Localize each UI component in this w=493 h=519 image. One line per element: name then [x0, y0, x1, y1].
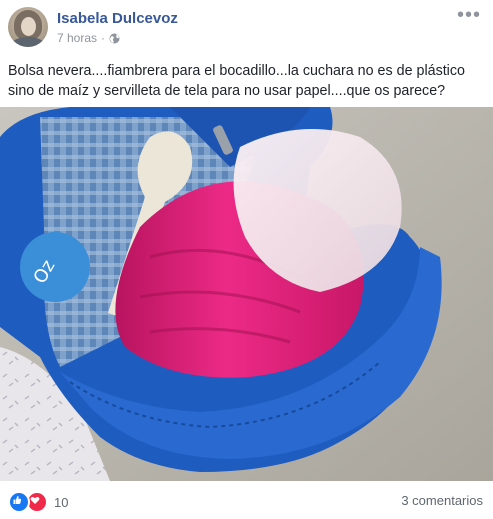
reactions-count[interactable]: 10 — [54, 495, 68, 510]
author-name[interactable]: Isabela Dulcevoz — [57, 10, 178, 27]
post-photo[interactable]: Oz — [0, 107, 493, 481]
more-options-icon[interactable]: ••• — [457, 5, 481, 25]
globe-icon[interactable] — [109, 33, 120, 44]
avatar[interactable] — [8, 7, 48, 47]
post-text: Bolsa nevera....fiambrera para el bocadi… — [8, 63, 465, 99]
post-time[interactable]: 7 horas — [57, 31, 97, 45]
post-header: Isabela Dulcevoz 7 horas · ••• — [0, 0, 493, 58]
reactions-summary[interactable]: 10 — [8, 491, 68, 513]
comments-link[interactable]: 3 comentarios — [401, 493, 483, 508]
post-meta: 7 horas · — [57, 31, 120, 45]
meta-separator: · — [101, 31, 106, 45]
like-icon — [8, 491, 30, 513]
post-footer: 10 3 comentarios — [0, 481, 493, 519]
